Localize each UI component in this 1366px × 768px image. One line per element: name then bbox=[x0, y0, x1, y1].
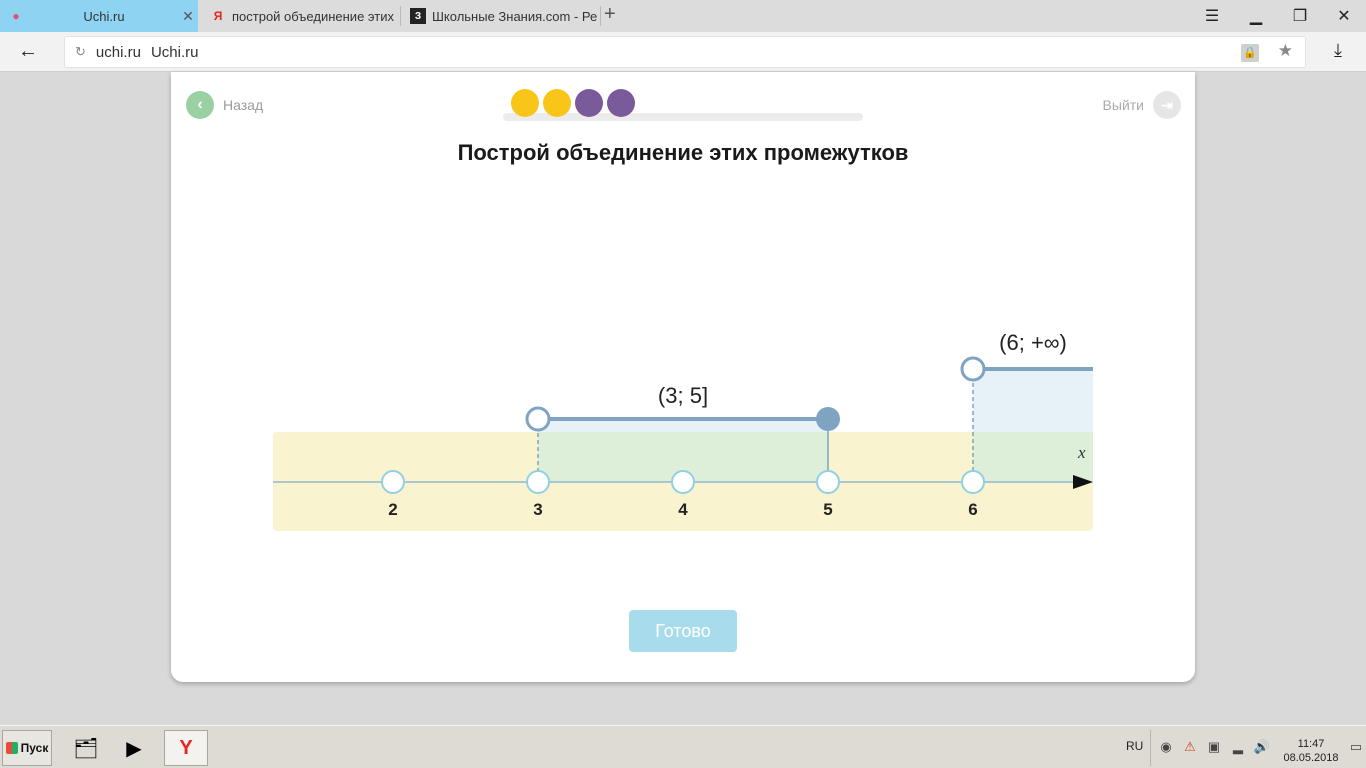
done-button[interactable]: Готово bbox=[629, 610, 737, 652]
axis-label: x bbox=[1077, 443, 1086, 462]
interval-2-label: (6; +∞) bbox=[999, 330, 1067, 355]
omnibox[interactable]: ↻ uchi.ru Uchi.ru 🔒 ★ bbox=[64, 36, 1306, 68]
bookmark-star-icon[interactable]: ★ bbox=[1278, 41, 1293, 61]
steam-icon[interactable]: ◉ bbox=[1157, 739, 1175, 757]
clock-date: 08.05.2018 bbox=[1283, 752, 1339, 764]
tick-label: 6 bbox=[968, 500, 977, 519]
lesson-card: ‹ Назад Выйти ⇥ Построй объединение этих… bbox=[171, 72, 1195, 682]
tab-separator bbox=[400, 6, 401, 26]
address-bar: ← ↻ uchi.ru Uchi.ru 🔒 ★ ⤓ bbox=[0, 32, 1366, 72]
taskbar: Пуск 🗂 ▶ Y RU ◉ ⚠ ▣ ▂ 🔊 11:47 08.05.2018… bbox=[0, 725, 1366, 768]
number-line-canvas: x (3; 5] (6; +∞) 2 3 4 5 6 bbox=[273, 330, 1093, 531]
language-indicator[interactable]: RU bbox=[1126, 739, 1143, 753]
menu-icon[interactable]: ☰ bbox=[1191, 0, 1233, 32]
back-arrow-icon[interactable]: ← bbox=[18, 40, 38, 63]
interval-overlap-2 bbox=[973, 432, 1093, 482]
clock[interactable]: 11:47 08.05.2018 bbox=[1281, 737, 1341, 765]
system-tray: ◉ ⚠ ▣ ▂ 🔊 11:47 08.05.2018 ▭ bbox=[1150, 730, 1366, 766]
tab-separator bbox=[600, 6, 601, 26]
network-icon[interactable]: ▂ bbox=[1229, 739, 1247, 757]
tab-title: Школьные Знания.com - Ре bbox=[432, 8, 598, 24]
device-icon[interactable]: ▣ bbox=[1205, 739, 1223, 757]
znanija-icon: З bbox=[410, 8, 426, 24]
uchi-icon: ● bbox=[12, 9, 20, 23]
start-label: Пуск bbox=[20, 741, 49, 755]
reload-icon[interactable]: ↻ bbox=[75, 44, 86, 60]
interval-2-open-endpoint[interactable] bbox=[960, 356, 986, 382]
url-page-title: Uchi.ru bbox=[150, 43, 199, 61]
tab-znanija[interactable]: З Школьные Знания.com - Ре bbox=[402, 0, 598, 32]
file-explorer-icon[interactable]: 🗂 bbox=[64, 730, 108, 766]
browser-tab-bar: ● Uchi.ru ✕ Я построй объединение этих п… bbox=[0, 0, 1366, 32]
lock-icon[interactable]: 🔒 bbox=[1241, 44, 1259, 62]
volume-icon[interactable]: 🔊 bbox=[1253, 739, 1271, 757]
page-area: ‹ Назад Выйти ⇥ Построй объединение этих… bbox=[0, 72, 1366, 725]
url-domain: uchi.ru bbox=[95, 43, 141, 61]
close-tab-icon[interactable]: ✕ bbox=[178, 8, 198, 25]
yandex-browser-icon[interactable]: Y bbox=[164, 730, 208, 766]
tick-label: 4 bbox=[678, 500, 688, 519]
interval-1-label: (3; 5] bbox=[658, 383, 708, 408]
tab-uchi[interactable]: ● Uchi.ru ✕ bbox=[0, 0, 198, 32]
close-window-icon[interactable]: ✕ bbox=[1323, 0, 1365, 32]
windows-logo-icon bbox=[5, 742, 18, 754]
tab-yandex-search[interactable]: Я построй объединение этих п bbox=[202, 0, 398, 32]
tab-title: Uchi.ru bbox=[83, 8, 125, 24]
tick-label: 5 bbox=[823, 500, 832, 519]
show-desktop-icon[interactable]: ▭ bbox=[1347, 739, 1365, 757]
interval-1-open-endpoint[interactable] bbox=[525, 406, 551, 432]
tick-label: 2 bbox=[388, 500, 397, 519]
start-button[interactable]: Пуск bbox=[2, 730, 52, 766]
tab-title: построй объединение этих п bbox=[232, 8, 398, 24]
media-player-icon[interactable]: ▶ bbox=[112, 730, 156, 766]
new-tab-icon[interactable]: + bbox=[604, 3, 616, 26]
download-icon[interactable]: ⤓ bbox=[1334, 40, 1342, 61]
interval-1-closed-endpoint[interactable] bbox=[816, 407, 840, 431]
yandex-icon: Я bbox=[213, 9, 223, 23]
clock-time: 11:47 bbox=[1297, 738, 1325, 750]
restore-icon[interactable]: ❐ bbox=[1279, 0, 1321, 32]
warning-icon[interactable]: ⚠ bbox=[1181, 739, 1199, 757]
minimize-icon[interactable]: ▁ bbox=[1235, 0, 1277, 32]
tick-label: 3 bbox=[533, 500, 542, 519]
